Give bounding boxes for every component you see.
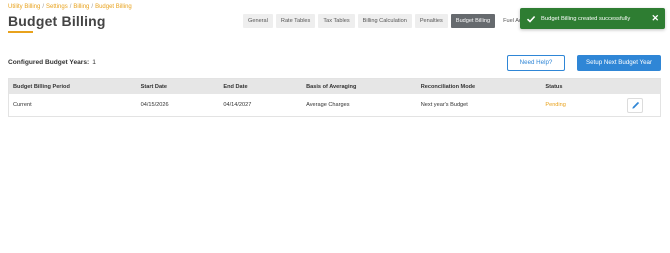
success-toast: Budget Billing created successfully ✕	[520, 8, 665, 29]
breadcrumb-utility-billing[interactable]: Utility Billing	[8, 4, 40, 10]
column-header-status: Status	[545, 83, 563, 90]
column-header-basis: Basis of Averaging	[306, 83, 357, 90]
breadcrumb-separator: /	[42, 4, 45, 10]
tab-tax-tables[interactable]: Tax Tables	[318, 14, 355, 28]
tab-rate-tables[interactable]: Rate Tables	[275, 14, 316, 28]
toast-message: Budget Billing created successfully	[541, 15, 631, 22]
cell-start-date: 04/15/2026	[140, 102, 169, 108]
cell-period: Current	[13, 102, 32, 108]
setup-next-budget-year-button[interactable]: Setup Next Budget Year	[577, 55, 661, 71]
tab-penalties[interactable]: Penalties	[414, 14, 448, 28]
table-header: Budget Billing Period Start Date End Dat…	[9, 79, 660, 94]
configured-budget-years: Configured Budget Years: 1	[8, 59, 96, 66]
breadcrumb-separator: /	[91, 4, 94, 10]
breadcrumb-separator: /	[69, 4, 72, 10]
check-icon	[526, 15, 536, 23]
budget-billing-table: Budget Billing Period Start Date End Dat…	[8, 78, 661, 117]
page-title: Budget Billing	[8, 13, 106, 29]
column-header-end-date: End Date	[223, 83, 248, 90]
tab-billing-calculation[interactable]: Billing Calculation	[357, 14, 412, 28]
close-icon[interactable]: ✕	[651, 13, 659, 24]
edit-button[interactable]	[627, 97, 644, 113]
breadcrumb: Utility Billing / Settings / Billing / Budget …	[8, 4, 132, 10]
breadcrumb-budget-billing[interactable]: Budget Billing	[95, 4, 132, 10]
tab-budget-billing[interactable]: Budget Billing	[450, 14, 496, 28]
configured-count: 1	[92, 59, 96, 66]
breadcrumb-settings[interactable]: Settings	[46, 4, 68, 10]
tab-general[interactable]: General	[243, 14, 273, 28]
column-header-reconciliation: Reconciliation Mode	[420, 83, 476, 90]
settings-tabs: General Rate Tables Tax Tables Billing C…	[243, 14, 534, 28]
cell-reconciliation: Next year's Budget	[420, 102, 468, 108]
breadcrumb-billing[interactable]: Billing	[73, 4, 89, 10]
cell-basis: Average Charges	[306, 102, 350, 108]
table-row: Current 04/15/2026 04/14/2027 Average Ch…	[9, 94, 660, 116]
column-header-start-date: Start Date	[140, 83, 168, 90]
cell-end-date: 04/14/2027	[223, 102, 252, 108]
status-badge: Pending	[545, 102, 566, 108]
configured-label: Configured Budget Years:	[8, 59, 90, 66]
pencil-icon	[631, 101, 639, 109]
need-help-button[interactable]: Need Help?	[507, 55, 565, 71]
cell-actions	[623, 97, 660, 113]
title-underline	[8, 31, 33, 33]
column-header-period: Budget Billing Period	[13, 83, 70, 90]
